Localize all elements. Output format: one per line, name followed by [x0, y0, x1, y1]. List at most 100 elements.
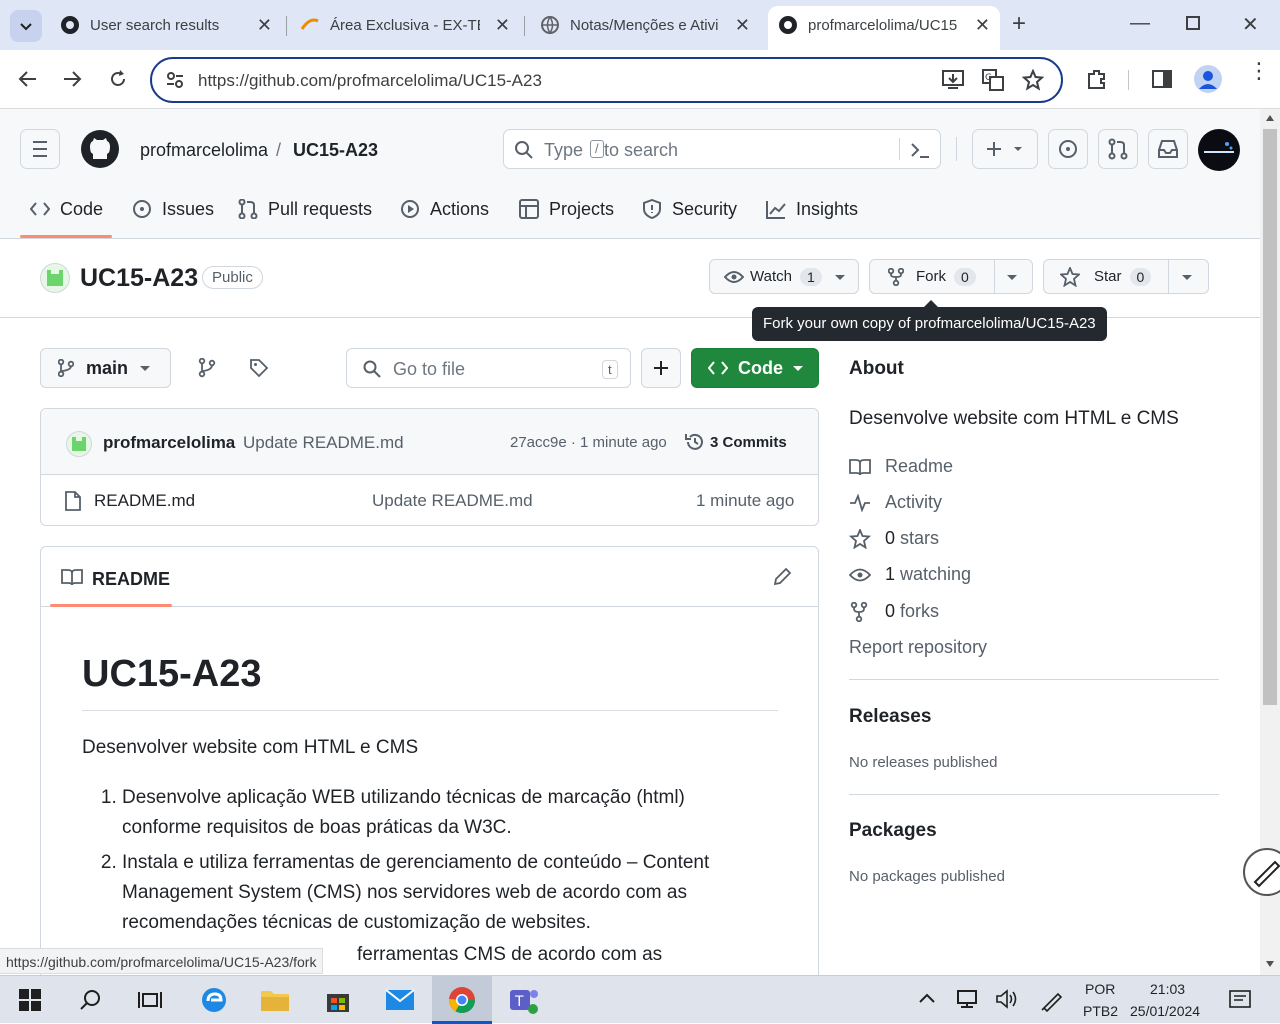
page-scrollbar[interactable]	[1260, 109, 1280, 975]
back-icon[interactable]	[18, 69, 38, 89]
close-icon[interactable]: ✕	[735, 15, 750, 36]
create-new-button[interactable]	[972, 129, 1038, 169]
clock-date[interactable]: 25/01/2024	[1130, 1003, 1200, 1019]
reload-icon[interactable]	[108, 69, 128, 89]
tab-actions[interactable]: Actions	[400, 189, 489, 229]
branches-icon[interactable]	[198, 358, 216, 378]
scroll-down-icon[interactable]	[1266, 961, 1274, 967]
chevron-down-icon[interactable]	[1182, 275, 1192, 280]
repo-title[interactable]: UC15-A23	[80, 264, 198, 293]
commit-message[interactable]: Update README.md	[243, 433, 404, 453]
link-status-bubble: https://github.com/profmarcelolima/UC15-…	[0, 948, 324, 974]
forks-link[interactable]: 0 forks	[849, 601, 939, 622]
minimize-button[interactable]: —	[1130, 12, 1150, 35]
menu-kebab-icon[interactable]: ⋮	[1248, 60, 1270, 82]
star-button[interactable]: Star 0	[1043, 259, 1209, 294]
close-icon[interactable]: ✕	[257, 15, 272, 36]
commit-author[interactable]: profmarcelolima	[103, 433, 235, 453]
commit-meta[interactable]: 27acc9e · 1 minute ago	[510, 434, 667, 451]
file-explorer-app[interactable]	[245, 976, 305, 1024]
pull-requests-button[interactable]	[1098, 129, 1138, 169]
activity-link[interactable]: Activity	[849, 492, 942, 513]
site-settings-icon[interactable]	[166, 71, 184, 89]
readme-tab-underline	[50, 604, 172, 607]
chevron-down-icon[interactable]	[1007, 275, 1017, 280]
network-icon[interactable]	[955, 989, 979, 1009]
scrollbar-thumb[interactable]	[1263, 129, 1277, 705]
releases-title[interactable]: Releases	[849, 706, 931, 728]
side-panel-icon[interactable]	[1152, 70, 1172, 88]
hamburger-button[interactable]	[20, 129, 60, 169]
file-name[interactable]: README.md	[94, 491, 195, 511]
code-icon	[708, 361, 728, 375]
teams-app[interactable]: T	[494, 976, 554, 1024]
tab-area-exclusiva[interactable]: Área Exclusiva - EX-TÉC ✕	[300, 8, 510, 42]
branch-selector[interactable]: main	[40, 348, 171, 388]
table-row[interactable]: README.md Update README.md 1 minute ago	[41, 475, 818, 525]
restore-button[interactable]	[1186, 16, 1200, 30]
url-text[interactable]: https://github.com/profmarcelolima/UC15-…	[198, 71, 542, 91]
tag-icon[interactable]	[249, 358, 269, 378]
input-language[interactable]: POR	[1085, 981, 1115, 997]
inbox-button[interactable]	[1148, 129, 1188, 169]
pen-widget[interactable]	[1243, 848, 1280, 896]
globe-icon	[541, 16, 559, 35]
search-input[interactable]: Type / to search	[503, 129, 941, 169]
install-app-icon[interactable]	[942, 70, 964, 90]
close-icon[interactable]: ✕	[975, 15, 990, 36]
new-tab-button[interactable]: +	[1012, 10, 1026, 38]
tab-pull-requests[interactable]: Pull requests	[238, 189, 372, 229]
stars-link[interactable]: 0 stars	[849, 528, 939, 549]
github-logo-icon[interactable]	[80, 129, 120, 169]
chrome-app[interactable]	[432, 976, 492, 1024]
notifications-icon[interactable]	[1228, 989, 1252, 1011]
fork-button[interactable]: Fork 0	[869, 259, 1033, 294]
clock-time[interactable]: 21:03	[1150, 981, 1185, 997]
tab-search-button[interactable]	[10, 10, 42, 42]
task-view-button[interactable]	[120, 976, 180, 1024]
readme-link[interactable]: Readme	[849, 456, 953, 477]
user-avatar[interactable]	[1198, 129, 1240, 171]
tab-issues[interactable]: Issues	[132, 189, 214, 229]
tab-code[interactable]: Code	[30, 189, 103, 229]
forward-icon[interactable]	[62, 69, 82, 89]
bookmark-star-icon[interactable]	[1022, 69, 1044, 91]
watching-link[interactable]: 1 watching	[849, 564, 971, 585]
pencil-icon[interactable]	[772, 567, 792, 587]
tab-notas[interactable]: Notas/Menções e Ativi ✕	[540, 8, 750, 42]
commits-link[interactable]: 3 Commits	[710, 434, 787, 451]
tab-security[interactable]: Security	[642, 189, 737, 229]
mail-app[interactable]	[370, 976, 430, 1024]
start-button[interactable]	[0, 976, 60, 1024]
search-taskbar-button[interactable]	[60, 976, 120, 1024]
translate-icon[interactable]: G	[982, 69, 1004, 91]
keyboard-layout[interactable]: PTB2	[1083, 1003, 1118, 1019]
avatar-image-icon	[1200, 131, 1238, 169]
tab-insights[interactable]: Insights	[766, 189, 858, 229]
repo-link[interactable]: UC15-A23	[293, 140, 378, 161]
go-to-file-input[interactable]: Go to file t	[346, 348, 631, 388]
tab-projects[interactable]: Projects	[519, 189, 614, 229]
pen-workspace-icon[interactable]	[1040, 988, 1064, 1012]
file-commit-message[interactable]: Update README.md	[372, 491, 533, 511]
report-repository-link[interactable]: Report repository	[849, 637, 987, 658]
store-app[interactable]	[308, 976, 368, 1024]
profile-avatar[interactable]	[1194, 65, 1222, 93]
volume-icon[interactable]	[995, 989, 1019, 1009]
code-button[interactable]: Code	[691, 348, 819, 388]
issues-button[interactable]	[1048, 129, 1088, 169]
address-bar[interactable]: https://github.com/profmarcelolima/UC15-…	[150, 57, 1063, 103]
command-palette-icon[interactable]	[909, 140, 931, 160]
add-file-button[interactable]	[641, 348, 681, 388]
owner-link[interactable]: profmarcelolima	[140, 140, 268, 161]
packages-title[interactable]: Packages	[849, 820, 937, 842]
edge-app[interactable]	[184, 976, 244, 1024]
tab-user-search[interactable]: User search results ✕	[60, 8, 272, 42]
close-icon[interactable]: ✕	[495, 15, 510, 36]
chevron-up-icon[interactable]	[918, 992, 936, 1004]
close-window-button[interactable]: ✕	[1242, 12, 1259, 37]
watch-button[interactable]: Watch 1	[709, 259, 859, 294]
readme-tab[interactable]: README	[92, 569, 170, 590]
scroll-up-icon[interactable]	[1266, 115, 1274, 121]
extensions-icon[interactable]	[1086, 68, 1108, 90]
